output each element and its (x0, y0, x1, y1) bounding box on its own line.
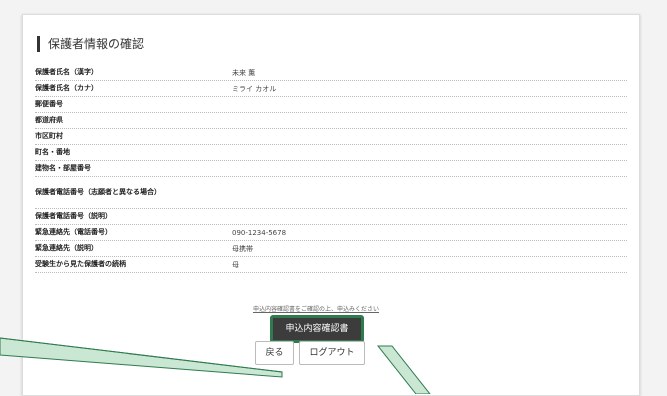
print-confirmation-button[interactable]: 申込内容確認書 (270, 315, 364, 343)
callout-pointer-left (0, 337, 283, 378)
callout-pointer-right (376, 345, 431, 394)
back-button[interactable]: 戻る (255, 341, 294, 365)
logout-button[interactable]: ログアウト (299, 341, 365, 365)
confirm-note-link[interactable]: 申込内容確認書をご確認の上、申込みください (241, 304, 391, 313)
